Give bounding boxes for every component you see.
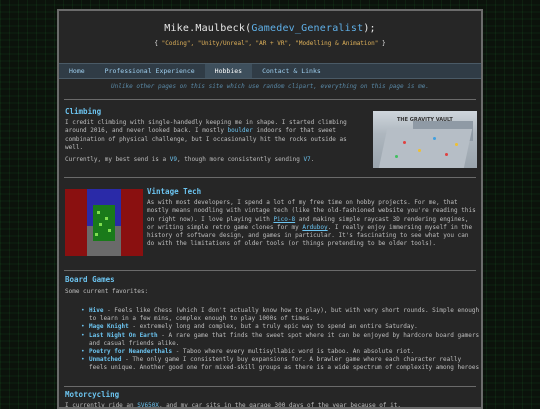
pico8-link[interactable]: Pico-8 [273, 216, 295, 223]
nav-hobbies[interactable]: Hobbies [204, 64, 253, 78]
board-games-intro: Some current favorites: [65, 288, 149, 295]
climbing-paragraph-2: Currently, my best send is a V9, though … [65, 156, 315, 163]
list-item: Hive - Feels like Chess (which I don't a… [81, 307, 481, 323]
name-last: Maulbeck [195, 23, 246, 34]
climbing-title: Climbing [65, 107, 102, 116]
list-item: Last Night On Earth - A rare game that f… [81, 332, 481, 348]
vintage-tech-paragraph: As with most developers, I spend a lot o… [147, 199, 476, 248]
vintage-game-screenshot [65, 189, 143, 256]
site-title: Mike.Maulbeck(Gamedev_Generalist); [59, 11, 481, 34]
climbing-photo: THE GRAVITY VAULT [373, 111, 477, 168]
divider [64, 99, 476, 100]
bike-model: SV650X [137, 402, 159, 409]
motorcycling-title: Motorcycling [65, 390, 120, 399]
nav-home[interactable]: Home [59, 64, 95, 78]
nav-professional-experience[interactable]: Professional Experience [95, 64, 205, 78]
site-header: Mike.Maulbeck(Gamedev_Generalist); { "Co… [59, 11, 481, 62]
brace-close: } [382, 40, 386, 47]
grade-v7: V7 [303, 156, 311, 163]
nav-contact-links[interactable]: Contact & Links [252, 64, 331, 78]
divider [64, 270, 476, 271]
arduboy-link[interactable]: Arduboy [302, 224, 327, 231]
page-container: Mike.Maulbeck(Gamedev_Generalist); { "Co… [57, 9, 483, 409]
divider [64, 386, 476, 387]
nav-bar: Home Professional Experience Hobbies Con… [59, 63, 481, 79]
title-function: Gamedev_Generalist [251, 23, 364, 34]
paren-close: ); [363, 23, 376, 34]
board-games-list: Hive - Feels like Chess (which I don't a… [71, 307, 481, 373]
climbing-paragraph-1: I credit climbing with single-handedly k… [65, 119, 347, 151]
list-item: Unmatched - The only game I consistently… [81, 356, 481, 372]
role-list: "Coding", "Unity/Unreal", "AR + VR", "Mo… [161, 40, 379, 47]
climbing-photo-sign: THE GRAVITY VAULT [397, 117, 453, 123]
grade-v9: V9 [169, 156, 177, 163]
vintage-tech-title: Vintage Tech [147, 187, 202, 196]
divider [64, 177, 476, 178]
name-first: Mike [164, 23, 190, 34]
list-item: Poetry for Neanderthals - Taboo where ev… [81, 348, 481, 356]
boulder-highlight: boulder [227, 127, 253, 135]
page-note: Unlike other pages on this site which us… [111, 83, 429, 90]
board-games-title: Board Games [65, 275, 115, 284]
site-subtitle: { "Coding", "Unity/Unreal", "AR + VR", "… [59, 40, 481, 47]
brace-open: { [154, 40, 158, 47]
motorcycling-paragraph: I currently ride an SV650X, and my car s… [65, 402, 401, 409]
list-item: Mage Knight - extremely long and complex… [81, 323, 481, 331]
